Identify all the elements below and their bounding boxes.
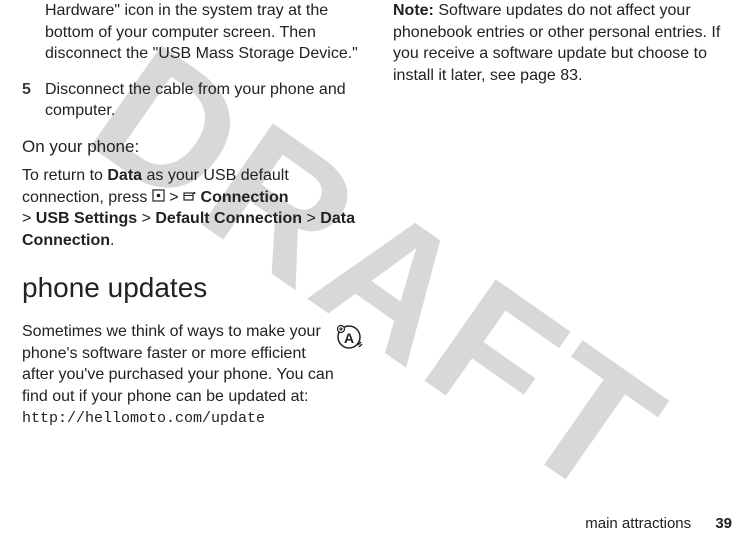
step-5-text: Disconnect the cable from your phone and… [45, 79, 363, 122]
data-label: Data [107, 167, 142, 184]
updates-paragraph: A Sometimes we think of ways to make you… [22, 321, 363, 430]
svg-text:A: A [344, 330, 354, 346]
note-paragraph: Note: Software updates do not affect you… [393, 0, 734, 86]
on-your-phone-heading: On your phone: [22, 136, 363, 159]
connection-label: Connection [201, 189, 289, 206]
text-fragment: > [302, 210, 320, 227]
page-footer: main attractions 39 [585, 515, 732, 532]
updates-text: Sometimes we think of ways to make your … [22, 323, 334, 405]
left-column: Hardware" icon in the system tray at the… [22, 0, 363, 440]
step-5-number: 5 [22, 79, 45, 122]
text-fragment: To return to [22, 167, 107, 184]
step-number-placeholder [22, 0, 45, 65]
step-4-partial: Hardware" icon in the system tray at the… [22, 0, 363, 65]
footer-page-number: 39 [715, 515, 732, 532]
note-text: Software updates do not affect your phon… [393, 2, 720, 84]
usb-settings-label: USB Settings [36, 210, 137, 227]
update-url: http://hellomoto.com/update [22, 410, 265, 427]
step-5: 5 Disconnect the cable from your phone a… [22, 79, 363, 122]
center-key-icon [152, 187, 165, 209]
note-label: Note: [393, 2, 434, 19]
return-to-data-instructions: To return to Data as your USB default co… [22, 165, 363, 251]
default-connection-label: Default Connection [155, 210, 302, 227]
text-fragment: . [110, 232, 114, 249]
text-fragment: > [165, 189, 183, 206]
text-fragment: > [137, 210, 155, 227]
footer-section: main attractions [585, 515, 691, 532]
phone-updates-heading: phone updates [22, 269, 363, 307]
update-icon: A [335, 323, 363, 358]
text-fragment: > [22, 210, 36, 227]
step-4-text: Hardware" icon in the system tray at the… [45, 0, 363, 65]
page-content: Hardware" icon in the system tray at the… [0, 0, 756, 440]
settings-icon [183, 187, 196, 209]
right-column: Note: Software updates do not affect you… [393, 0, 734, 440]
